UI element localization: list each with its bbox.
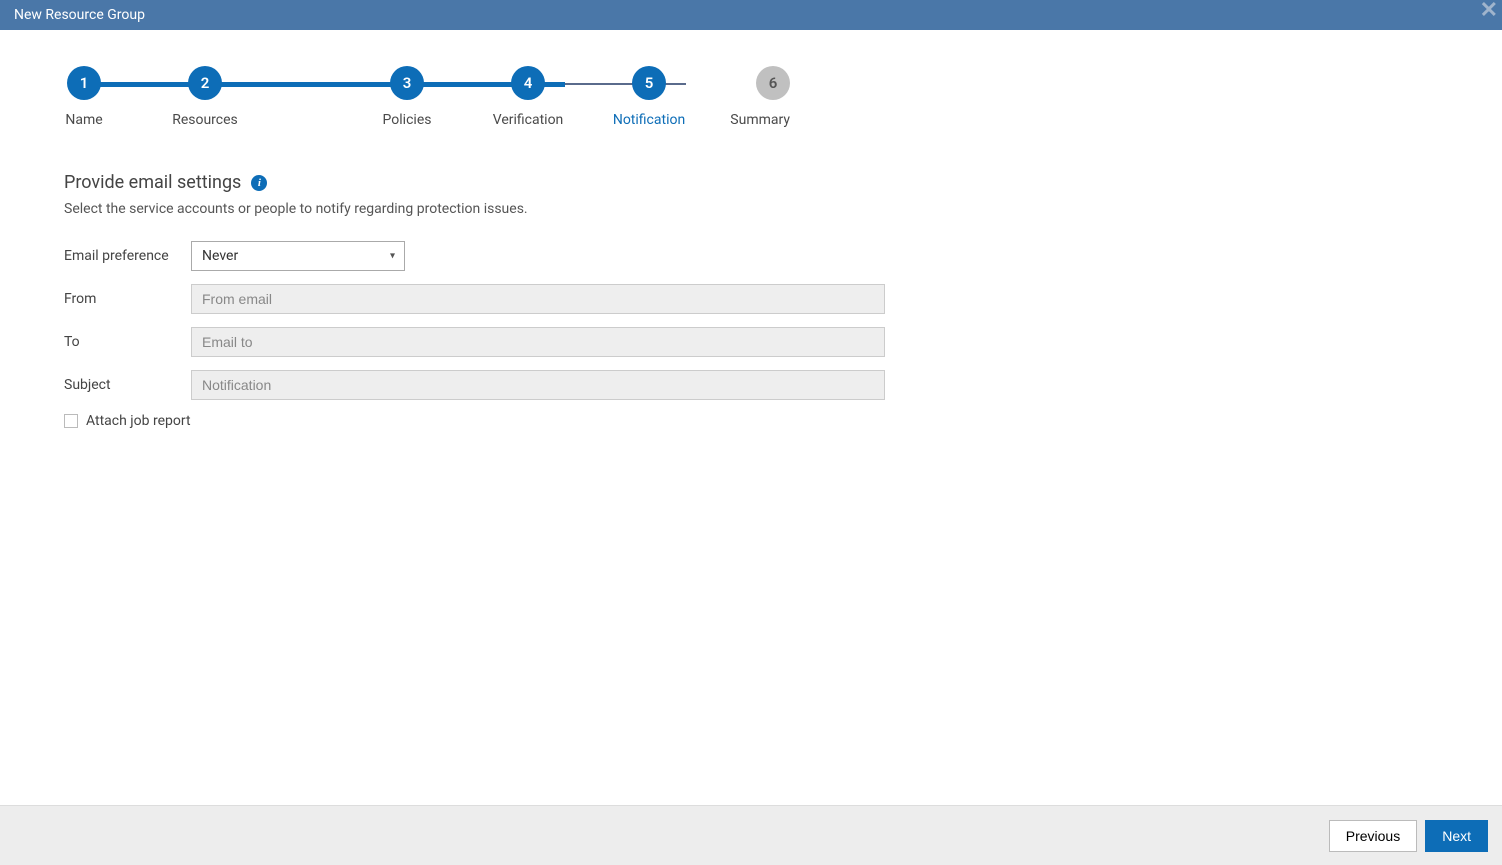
step-verification[interactable]: 4 Verification xyxy=(508,66,548,128)
section-subtitle: Select the service accounts or people to… xyxy=(64,201,1438,217)
info-icon[interactable]: i xyxy=(251,175,267,191)
wizard-stepper: 1 Name 2 Resources 3 Policies 4 Verifica… xyxy=(64,66,724,128)
close-icon[interactable]: ✕ xyxy=(1476,0,1502,24)
email-preference-label: Email preference xyxy=(64,248,191,264)
subject-input[interactable] xyxy=(191,370,885,400)
step-resources[interactable]: 2 Resources xyxy=(104,66,306,128)
step-notification[interactable]: 5 Notification xyxy=(629,66,669,128)
step-label: Resources xyxy=(172,112,238,128)
subject-label: Subject xyxy=(64,377,191,393)
step-policies[interactable]: 3 Policies xyxy=(387,66,427,128)
step-label: Policies xyxy=(383,112,432,128)
step-number: 6 xyxy=(756,66,790,100)
step-label: Verification xyxy=(493,112,564,128)
step-label: Notification xyxy=(613,112,685,128)
from-input[interactable] xyxy=(191,284,885,314)
subject-row: Subject xyxy=(64,370,1438,400)
step-summary: 6 Summary xyxy=(750,66,790,128)
step-number: 5 xyxy=(632,66,666,100)
step-number: 4 xyxy=(511,66,545,100)
previous-button[interactable]: Previous xyxy=(1329,820,1417,852)
next-button[interactable]: Next xyxy=(1425,820,1488,852)
to-input[interactable] xyxy=(191,327,885,357)
step-number: 3 xyxy=(390,66,424,100)
email-preference-row: Email preference Never ▾ xyxy=(64,241,1438,271)
dialog-header: New Resource Group ✕ xyxy=(0,0,1502,30)
step-label: Summary xyxy=(730,112,790,128)
step-label: Name xyxy=(65,112,102,128)
to-label: To xyxy=(64,334,191,350)
attach-job-report-row: Attach job report xyxy=(64,413,1438,429)
from-row: From xyxy=(64,284,1438,314)
select-value: Never xyxy=(191,241,405,271)
wizard-footer: Previous Next xyxy=(0,805,1502,865)
email-settings-section: Provide email settings i Select the serv… xyxy=(64,172,1438,429)
dialog-title: New Resource Group xyxy=(14,7,145,23)
section-title: Provide email settings xyxy=(64,172,241,193)
step-number: 1 xyxy=(67,66,101,100)
attach-job-report-checkbox[interactable] xyxy=(64,414,78,428)
step-number: 2 xyxy=(188,66,222,100)
email-preference-select[interactable]: Never ▾ xyxy=(191,241,405,271)
attach-job-report-label: Attach job report xyxy=(86,413,191,429)
content-area: 1 Name 2 Resources 3 Policies 4 Verifica… xyxy=(0,30,1502,449)
to-row: To xyxy=(64,327,1438,357)
from-label: From xyxy=(64,291,191,307)
step-name[interactable]: 1 Name xyxy=(64,66,104,128)
